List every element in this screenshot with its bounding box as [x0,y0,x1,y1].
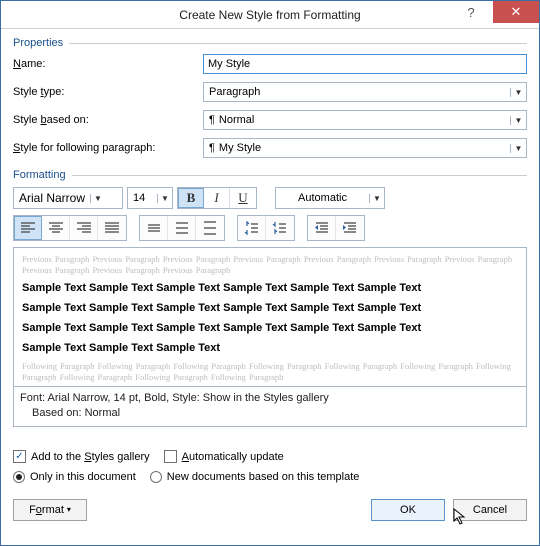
chevron-down-icon: ▼ [157,194,172,203]
cancel-button[interactable]: Cancel [453,499,527,521]
desc-line2: Based on: Normal [20,406,520,421]
pilcrow-icon: ¶ [209,114,215,126]
close-icon: ✕ [511,4,522,20]
space-before-button[interactable] [238,216,266,240]
preview-sample-line: Sample Text Sample Text Sample Text [22,341,518,357]
add-to-gallery-label: Add to the Styles gallery [31,451,150,463]
format-button[interactable]: Format ▾ [13,499,87,521]
radio-icon [13,471,25,483]
chevron-down-icon: ▼ [90,194,105,203]
preview-following-text: Following Paragraph Following Paragraph … [22,361,518,384]
based-on-row: Style based on: ¶ Normal ▼ [13,107,527,133]
pilcrow-icon: ¶ [209,142,215,154]
window-controls: ? ✕ [449,1,539,23]
spacing-tight-button[interactable] [140,216,168,240]
checkmark-icon: ✓ [13,450,26,463]
font-size-select[interactable]: 14 ▼ [127,187,173,209]
style-type-row: Style type: Paragraph ▼ [13,79,527,105]
font-name-select[interactable]: Arial Narrow ▼ [13,187,123,209]
font-style-group: B I U [177,187,257,209]
radio-icon [150,471,162,483]
name-label: Name: [13,58,203,70]
style-description: Font: Arial Narrow, 14 pt, Bold, Style: … [13,387,527,427]
style-type-label: Style type: [13,86,203,98]
preview-sample-line: Sample Text Sample Text Sample Text Samp… [22,281,518,297]
add-to-gallery-checkbox[interactable]: ✓ Add to the Styles gallery [13,450,150,463]
close-button[interactable]: ✕ [493,1,539,23]
chevron-down-icon: ▼ [510,88,526,97]
name-input[interactable] [203,54,527,74]
align-right-button[interactable] [70,216,98,240]
indent-group [307,215,365,241]
font-name-value: Arial Narrow [14,191,90,205]
following-select[interactable]: ¶ My Style ▼ [203,138,527,158]
new-docs-label: New documents based on this template [167,471,360,483]
font-row: Arial Narrow ▼ 14 ▼ B I U Automatic ▼ [13,187,527,209]
help-icon: ? [467,5,474,20]
chevron-down-icon: ▼ [510,116,526,125]
indent-button[interactable] [336,216,364,240]
caret-down-icon: ▾ [67,505,71,514]
italic-button[interactable]: I [204,188,230,208]
checkbox-icon [164,450,177,463]
bold-button[interactable]: B [178,188,204,208]
based-on-value: Normal [219,114,254,126]
options-section: ✓ Add to the Styles gallery Automaticall… [13,447,527,487]
preview-previous-text: Previous Paragraph Previous Paragraph Pr… [22,254,518,277]
spacing-normal-button[interactable] [168,216,196,240]
properties-legend: Properties [13,37,69,49]
dialog-content: Properties Name: Style type: Paragraph ▼… [1,29,539,545]
auto-update-checkbox[interactable]: Automatically update [164,450,284,463]
style-type-value: Paragraph [209,86,260,98]
style-type-select[interactable]: Paragraph ▼ [203,82,527,102]
based-on-label: Style based on: [13,114,203,126]
dialog-footer: Format ▾ OK Cancel [13,499,527,521]
underline-button[interactable]: U [230,188,256,208]
only-this-doc-radio[interactable]: Only in this document [13,471,136,483]
font-color-value: Automatic [276,192,369,204]
font-color-select[interactable]: Automatic ▼ [275,187,385,209]
ok-button[interactable]: OK [371,499,445,521]
new-docs-radio[interactable]: New documents based on this template [150,471,360,483]
help-button[interactable]: ? [449,1,493,23]
font-size-value: 14 [128,192,157,204]
dialog-title: Create New Style from Formatting [179,8,360,22]
formatting-group: Formatting Arial Narrow ▼ 14 ▼ B I U Aut [13,169,527,427]
paragraph-toolbar [13,215,527,241]
chevron-down-icon: ▼ [510,144,526,153]
desc-line1: Font: Arial Narrow, 14 pt, Bold, Style: … [20,391,520,406]
formatting-legend: Formatting [13,169,72,181]
align-justify-button[interactable] [98,216,126,240]
preview-sample-line: Sample Text Sample Text Sample Text Samp… [22,321,518,337]
name-row: Name: [13,51,527,77]
auto-update-label: Automatically update [182,451,284,463]
title-bar: Create New Style from Formatting ? ✕ [1,1,539,29]
preview-sample-line: Sample Text Sample Text Sample Text Samp… [22,301,518,317]
properties-group: Properties Name: Style type: Paragraph ▼… [13,37,527,163]
preview-pane: Previous Paragraph Previous Paragraph Pr… [13,247,527,387]
following-row: Style for following paragraph: ¶ My Style… [13,135,527,161]
outdent-button[interactable] [308,216,336,240]
spacing-loose-button[interactable] [196,216,224,240]
following-label: Style for following paragraph: [13,142,203,154]
following-value: My Style [219,142,261,154]
dialog-window: Create New Style from Formatting ? ✕ Pro… [0,0,540,546]
align-group [13,215,127,241]
line-spacing-group [139,215,225,241]
only-this-doc-label: Only in this document [30,471,136,483]
space-after-button[interactable] [266,216,294,240]
based-on-select[interactable]: ¶ Normal ▼ [203,110,527,130]
align-left-button[interactable] [14,216,42,240]
chevron-down-icon: ▼ [369,194,384,203]
para-spacing-group [237,215,295,241]
align-center-button[interactable] [42,216,70,240]
